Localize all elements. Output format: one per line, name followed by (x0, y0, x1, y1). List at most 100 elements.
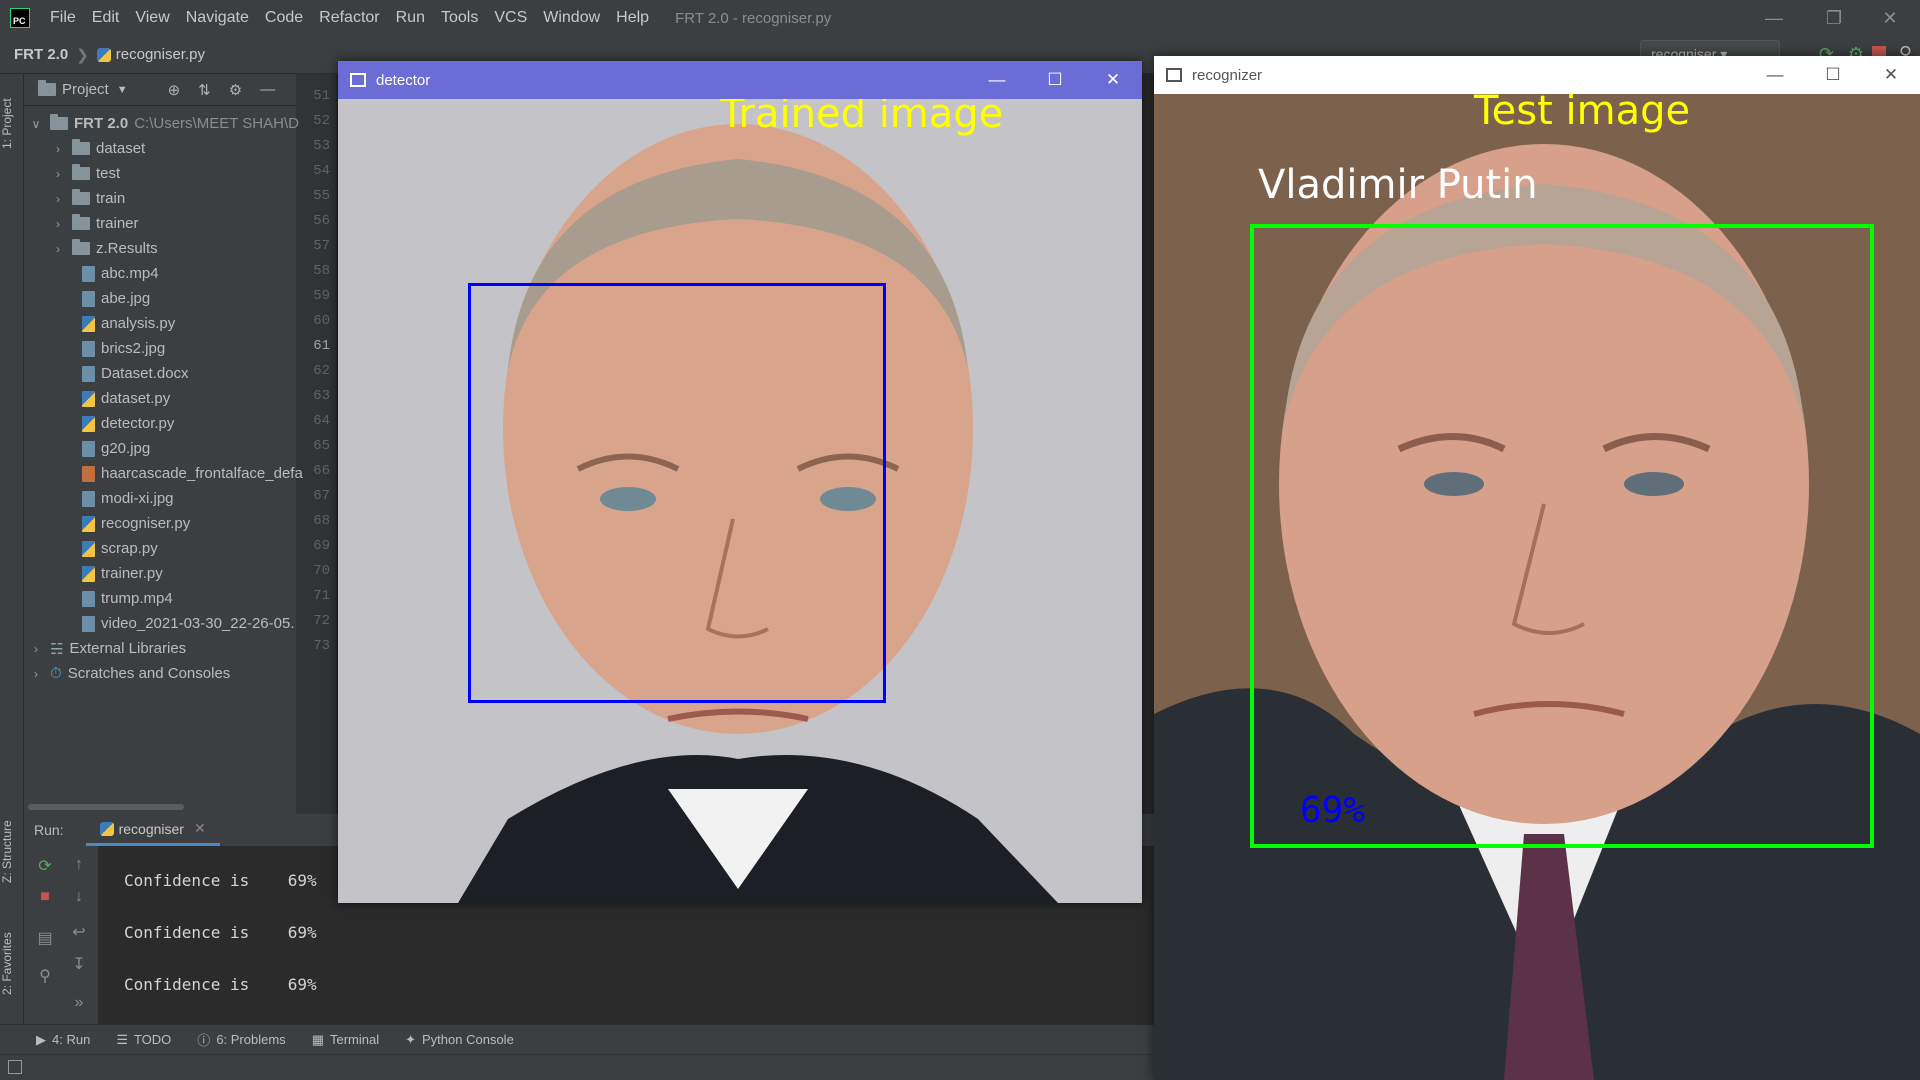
breadcrumb-project[interactable]: FRT 2.0 (14, 46, 68, 63)
tree-file[interactable]: dataset.py (82, 386, 170, 411)
tab-problems[interactable]: ⓘ 6: Problems (197, 1030, 285, 1049)
menu-code[interactable]: Code (257, 9, 311, 27)
rerun-icon[interactable]: ⟳ (34, 856, 56, 878)
hide-icon[interactable]: — (260, 81, 275, 99)
chevron-right-icon[interactable]: › (52, 192, 64, 206)
tree-folder[interactable]: › dataset (52, 136, 145, 161)
folder-icon (72, 214, 90, 230)
chevron-right-icon[interactable]: › (52, 142, 64, 156)
breadcrumb-file[interactable]: recogniser.py (116, 46, 205, 63)
chevron-down-icon[interactable]: ∨ (30, 117, 42, 131)
tree-file[interactable]: abe.jpg (82, 286, 150, 311)
tree-folder[interactable]: › train (52, 186, 125, 211)
close-tab-icon[interactable]: ✕ (194, 820, 206, 837)
menu-vcs[interactable]: VCS (486, 9, 535, 27)
tree-file[interactable]: modi-xi.jpg (82, 486, 174, 511)
locate-icon[interactable]: ⊕ (168, 81, 181, 99)
tree-file[interactable]: abc.mp4 (82, 261, 159, 286)
close-icon[interactable]: ✕ (1860, 0, 1920, 36)
more-icon[interactable]: » (68, 994, 90, 1016)
chevron-down-icon[interactable]: ▼ (117, 84, 128, 96)
tab-terminal[interactable]: ▦ Terminal (312, 1032, 379, 1048)
detector-title-bar[interactable]: detector — ☐ ✕ (338, 61, 1142, 99)
tab-todo-label: TODO (133, 1032, 172, 1047)
tree-file[interactable]: recogniser.py (82, 511, 190, 536)
tree-folder[interactable]: › trainer (52, 211, 139, 236)
tab-python-console[interactable]: ✦ Python Console (405, 1032, 514, 1048)
menu-refactor[interactable]: Refactor (311, 9, 387, 27)
tab-run[interactable]: ▶ 4: Run (36, 1032, 90, 1048)
tree-file[interactable]: detector.py (82, 411, 174, 436)
project-tool-tab[interactable]: 1: Project (0, 84, 24, 164)
tree-root-frt[interactable]: ∨ FRT 2.0 C:\Users\MEET SHAH\D (30, 111, 299, 136)
tree-file[interactable]: trainer.py (82, 561, 163, 586)
tree-file[interactable]: brics2.jpg (82, 336, 165, 361)
tree-scratches[interactable]: › ⏱ Scratches and Consoles (30, 661, 230, 686)
tree-item-label: train (96, 190, 126, 207)
run-tab-label: recogniser (118, 820, 184, 837)
run-label: Run: (34, 822, 64, 838)
tree-file[interactable]: haarcascade_frontalface_defa (82, 461, 303, 486)
line-number: 63 (313, 388, 330, 404)
menu-file[interactable]: File (42, 9, 84, 27)
line-number: 69 (313, 538, 330, 554)
maximize-icon[interactable]: ☐ (1026, 61, 1084, 99)
menu-edit[interactable]: Edit (84, 9, 128, 27)
line-number: 58 (313, 263, 330, 279)
menu-navigate[interactable]: Navigate (178, 9, 257, 27)
tree-file[interactable]: Dataset.docx (82, 361, 189, 386)
chevron-right-icon[interactable]: › (52, 242, 64, 256)
tree-item-label: analysis.py (101, 315, 176, 332)
chevron-right-icon[interactable]: › (30, 642, 42, 656)
list-icon: ☰ (116, 1031, 128, 1047)
maximize-icon[interactable]: ☐ (1804, 56, 1862, 94)
tree-folder[interactable]: › z.Results (52, 236, 158, 261)
stop-icon[interactable]: ■ (34, 888, 56, 910)
recognizer-window[interactable]: recognizer — ☐ ✕ Test image Vladimir Put… (1154, 56, 1920, 1080)
menu-run[interactable]: Run (388, 9, 433, 27)
python-file-icon (82, 315, 95, 332)
minimize-icon[interactable]: — (968, 61, 1026, 99)
line-number: 55 (313, 188, 330, 204)
project-view-label[interactable]: Project (62, 81, 109, 98)
chevron-right-icon[interactable]: › (52, 217, 64, 231)
menu-help[interactable]: Help (608, 9, 657, 27)
minimize-icon[interactable]: — (1744, 0, 1804, 36)
recognized-name-label: Vladimir Putin (1258, 162, 1538, 208)
line-number: 62 (313, 363, 330, 379)
collapse-all-icon[interactable]: ⇅ (198, 81, 211, 99)
tree-file[interactable]: trump.mp4 (82, 586, 173, 611)
close-icon[interactable]: ✕ (1084, 61, 1142, 99)
file-icon (82, 615, 95, 632)
chevron-right-icon[interactable]: › (52, 167, 64, 181)
tree-file[interactable]: analysis.py (82, 311, 175, 336)
layout-icon[interactable]: ▤ (34, 928, 56, 950)
tree-file[interactable]: scrap.py (82, 536, 158, 561)
tree-external-libraries[interactable]: › ☵ External Libraries (30, 636, 186, 661)
minimize-icon[interactable]: — (1746, 56, 1804, 94)
horizontal-scrollbar[interactable] (28, 804, 184, 810)
arrow-up-icon[interactable]: ↑ (68, 856, 90, 878)
chevron-right-icon[interactable]: › (30, 667, 42, 681)
pin-icon[interactable]: ⚲ (34, 966, 56, 988)
menu-tools[interactable]: Tools (433, 9, 486, 27)
recognizer-title-bar[interactable]: recognizer — ☐ ✕ (1154, 56, 1920, 94)
tree-file[interactable]: video_2021-03-30_22-26-05. (82, 611, 294, 636)
scroll-to-end-icon[interactable]: ↧ (68, 954, 90, 976)
tab-todo[interactable]: ☰ TODO (116, 1032, 171, 1048)
toggle-panels-icon[interactable] (8, 1060, 22, 1074)
tree-file[interactable]: g20.jpg (82, 436, 150, 461)
detector-window[interactable]: detector — ☐ ✕ Trained image (338, 61, 1142, 903)
menu-view[interactable]: View (127, 9, 177, 27)
soft-wrap-icon[interactable]: ↩ (68, 922, 90, 944)
run-tab-recogniser[interactable]: recogniser ✕ (85, 814, 220, 846)
menu-window[interactable]: Window (535, 9, 608, 27)
gear-icon[interactable]: ⚙ (229, 81, 242, 99)
tree-folder[interactable]: › test (52, 161, 120, 186)
favorites-tool-tab[interactable]: 2: Favorites (0, 914, 24, 1014)
close-icon[interactable]: ✕ (1862, 56, 1920, 94)
restore-icon[interactable]: ❐ (1804, 0, 1864, 36)
line-number: 66 (313, 463, 330, 479)
arrow-down-icon[interactable]: ↓ (68, 888, 90, 910)
structure-tool-tab[interactable]: Z: Structure (0, 804, 24, 899)
